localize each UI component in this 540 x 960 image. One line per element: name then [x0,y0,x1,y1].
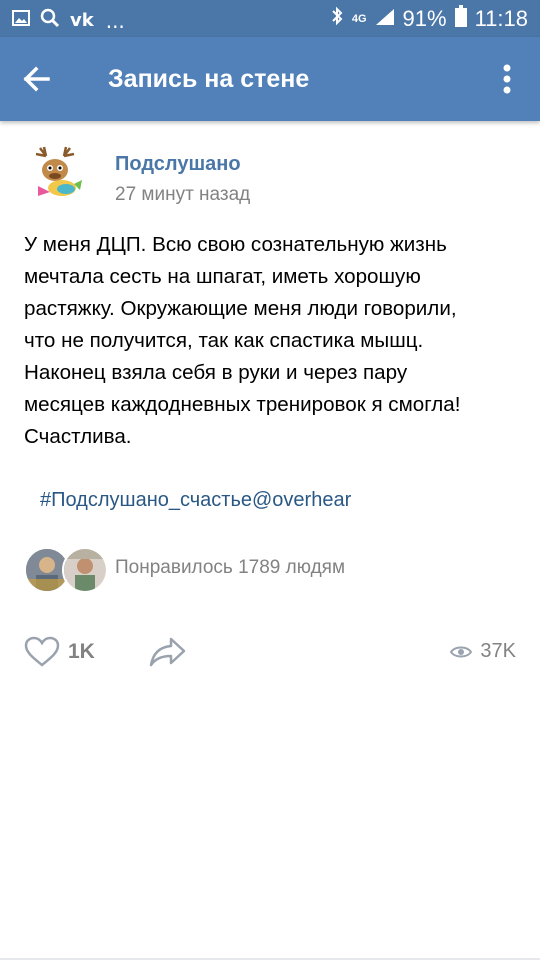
likers-avatars[interactable] [24,547,108,593]
more-options-button[interactable] [492,57,522,101]
network-type: 4G [351,13,367,25]
battery-level: 91% [402,6,447,31]
app-bar: Запись на стене [0,37,540,121]
page-title: Запись на стене [108,65,310,93]
gallery-icon [12,10,30,31]
more-vert-icon [503,64,511,94]
share-icon [149,637,186,667]
heart-icon [24,636,60,667]
like-count: 1K [68,640,95,663]
status-bar: vk ... 4G 91% 11:18 [0,0,540,37]
signal-icon [375,6,395,32]
post-text: У меня ДЦП. Всю свою сознательную жизнь … [24,229,524,453]
hashtag-link[interactable]: #Подслушано_счастье@overhear [40,486,351,514]
back-button[interactable] [18,59,58,99]
vk-icon: vk [70,9,94,31]
status-bar-right: 4G 91% 11:18 [330,5,528,33]
community-avatar[interactable] [24,146,86,208]
moose-logo-icon [35,146,82,196]
status-bar-left: vk ... [12,8,125,33]
battery-icon [454,5,467,33]
liker-avatar [62,547,108,593]
post-text-line: что не получится, так как спастика мышц. [24,329,424,352]
views-count: 37K [480,640,516,662]
post-author[interactable]: Подслушано [115,152,241,176]
post-text-line: У меня ДЦП. Всю свою сознательную жизнь [24,233,447,256]
post-text-line: Счастлива. [24,425,132,448]
like-button[interactable]: 1K [24,636,95,668]
liked-by-text[interactable]: Понравилось 1789 людям [115,556,345,580]
views-counter: 37K [450,640,516,663]
share-button[interactable] [149,636,187,668]
search-icon [40,8,60,33]
post-text-line: мечтала сесть на шпагат, иметь хорошую [24,265,421,288]
post-text-line: месяцев каждодневных тренировок я смогла… [24,393,461,416]
post-text-line: растяжку. Окружающие меня люди говорили, [24,297,457,320]
clock: 11:18 [474,6,528,31]
bluetooth-icon [330,6,344,32]
arrow-back-icon [23,66,50,92]
post-text-line: Наконец взяла себя в руки и через пару [24,361,408,384]
eye-icon [450,646,473,657]
more-notifications: ... [105,8,125,33]
post-time: 27 минут назад [115,184,251,205]
